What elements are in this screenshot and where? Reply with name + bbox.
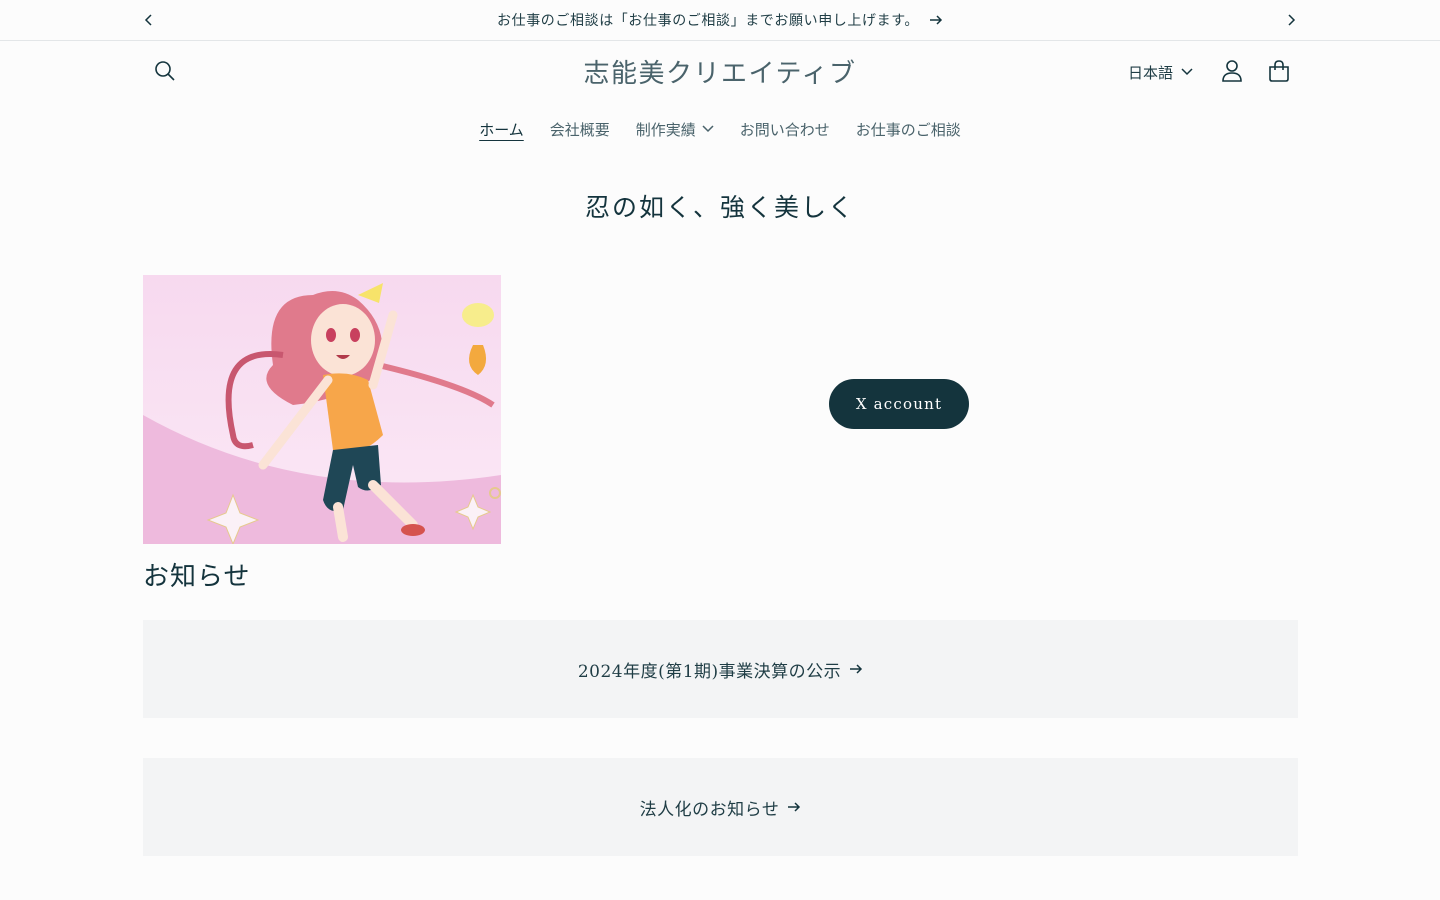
language-label: 日本語 (1128, 63, 1174, 82)
arrow-right-icon (930, 15, 943, 25)
chevron-down-icon (702, 125, 714, 133)
news-card[interactable]: 2024年度(第1期)事業決算の公示 (143, 620, 1298, 718)
news-card-label: 法人化のお知らせ (639, 799, 780, 820)
nav-item-works[interactable]: 制作実績 (623, 119, 727, 140)
announcement-next-button[interactable] (1279, 8, 1303, 32)
feature-illustration (143, 275, 501, 544)
nav-item-home[interactable]: ホーム (466, 119, 537, 140)
user-icon (1222, 60, 1242, 82)
cart-button[interactable] (1265, 57, 1293, 85)
announcement-bar: お仕事のご相談は「お仕事のご相談」までお願い申し上げます。 (0, 0, 1440, 41)
announcement-link[interactable]: お仕事のご相談は「お仕事のご相談」までお願い申し上げます。 (497, 10, 943, 30)
hero-title: 忍の如く、強く美しく (584, 193, 855, 222)
language-selector[interactable]: 日本語 (1128, 59, 1193, 85)
chevron-down-icon (1181, 68, 1193, 76)
chevron-right-icon (1288, 14, 1296, 26)
news-card[interactable]: 法人化のお知らせ (143, 758, 1298, 856)
account-button[interactable] (1218, 57, 1246, 85)
news-title: お知らせ (143, 562, 251, 592)
cart-icon (1269, 60, 1289, 82)
x-account-button[interactable]: X account (829, 379, 969, 429)
main-nav: ホーム 会社概要 制作実績 お問い合わせ お仕事のご相談 (0, 114, 1440, 144)
nav-item-consultation[interactable]: お仕事のご相談 (843, 119, 974, 140)
search-button[interactable] (151, 57, 179, 85)
arrow-right-icon (850, 664, 863, 674)
chevron-left-icon (144, 14, 152, 26)
search-icon (155, 61, 175, 81)
nav-item-contact[interactable]: お問い合わせ (727, 119, 843, 140)
announcement-prev-button[interactable] (137, 8, 161, 32)
nav-item-company[interactable]: 会社概要 (537, 119, 623, 140)
site-header: 志能美クリエイティブ 日本語 (0, 41, 1440, 103)
announcement-text: お仕事のご相談は「お仕事のご相談」までお願い申し上げます。 (497, 13, 919, 29)
arrow-right-icon (788, 802, 801, 812)
news-card-label: 2024年度(第1期)事業決算の公示 (577, 661, 842, 682)
